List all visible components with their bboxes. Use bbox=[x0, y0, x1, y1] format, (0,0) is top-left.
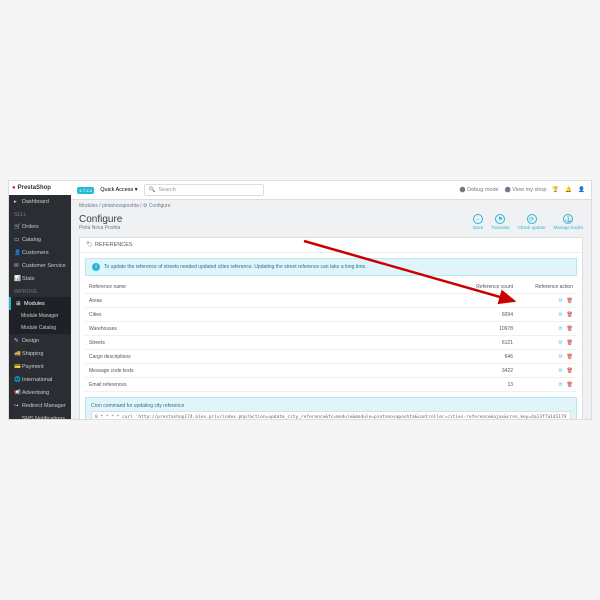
logo: ●PrestaShop bbox=[9, 181, 71, 195]
sidebar: ●PrestaShop ▸Dashboard SELL 🛒Orders ▭Cat… bbox=[9, 181, 71, 419]
ref-name: Areas bbox=[85, 294, 457, 308]
ref-name: Streets bbox=[85, 336, 457, 350]
nav-international[interactable]: 🌐International bbox=[9, 373, 71, 386]
delete-button[interactable]: 🗑 bbox=[567, 312, 573, 318]
info-icon: i bbox=[92, 263, 100, 271]
nav-orders[interactable]: 🛒Orders bbox=[9, 220, 71, 233]
breadcrumb: Modules / pintanovaposhta / ⚙ Configure bbox=[71, 200, 591, 212]
delete-button[interactable]: 🗑 bbox=[567, 354, 573, 360]
page-title: Configure bbox=[79, 214, 122, 225]
table-row: Email references13 ⟳ 🗑 bbox=[85, 378, 577, 392]
ref-count: 13 bbox=[457, 378, 517, 392]
col-count: Reference count bbox=[457, 281, 517, 294]
nav-redirect[interactable]: ↪Redirect Manager bbox=[9, 399, 71, 412]
nav-section-improve: IMPROVE bbox=[9, 285, 71, 297]
nav-modules[interactable]: ⊞Modules bbox=[9, 297, 71, 310]
ref-name: Cargo descriptions bbox=[85, 350, 457, 364]
nav-section-sell: SELL bbox=[9, 208, 71, 220]
col-name: Reference name bbox=[85, 281, 457, 294]
nav-module-catalog[interactable]: Module Catalog bbox=[9, 322, 71, 334]
nav-sms[interactable]: ✉SMS Notifications Sender bbox=[9, 412, 71, 420]
delete-button[interactable]: 🗑 bbox=[567, 368, 573, 374]
nav-payment[interactable]: 💳Payment bbox=[9, 360, 71, 373]
delete-button[interactable]: 🗑 bbox=[567, 340, 573, 346]
nav-customers[interactable]: 👤Customers bbox=[9, 246, 71, 259]
table-row: Cargo descriptions646 ⟳ 🗑 bbox=[85, 350, 577, 364]
search-icon: 🔍 bbox=[149, 187, 156, 193]
nav-stats[interactable]: 📊Stats bbox=[9, 272, 71, 285]
nav-dashboard[interactable]: ▸Dashboard bbox=[9, 195, 71, 208]
refresh-button[interactable]: ⟳ bbox=[558, 340, 562, 346]
refresh-button[interactable]: ⟳ bbox=[558, 354, 562, 360]
debug-mode-toggle[interactable]: ⬤ Debug mode bbox=[459, 187, 498, 193]
info-alert: i To update the reference of streets nee… bbox=[85, 258, 577, 276]
delete-button[interactable]: 🗑 bbox=[567, 382, 573, 388]
refresh-button[interactable]: ⟳ bbox=[558, 298, 562, 304]
manage-hooks-button[interactable]: ⚓Manage hooks bbox=[553, 214, 583, 230]
ref-name: Email references bbox=[85, 378, 457, 392]
page-subtitle: Pinta Nova Poshta bbox=[79, 225, 122, 231]
ref-count: 25 bbox=[457, 294, 517, 308]
table-row: Streets6121 ⟳ 🗑 bbox=[85, 336, 577, 350]
col-action: Reference action bbox=[517, 281, 577, 294]
ref-name: Message code texts bbox=[85, 364, 457, 378]
nav-service[interactable]: ✉Customer Service bbox=[9, 259, 71, 272]
notification-icon[interactable]: 🔔 bbox=[565, 187, 572, 193]
trophy-icon[interactable]: 🏆 bbox=[552, 187, 559, 193]
back-button[interactable]: ←Back bbox=[473, 214, 483, 230]
topbar: 1.7.x.x Quick Access ▾ 🔍Search ⬤ Debug m… bbox=[71, 181, 591, 200]
version-badge: 1.7.x.x bbox=[77, 187, 94, 194]
panel-header: 🏷REFERENCES bbox=[80, 238, 582, 253]
check-update-button[interactable]: ⟳Check update bbox=[518, 214, 546, 230]
refresh-button[interactable]: ⟳ bbox=[558, 312, 562, 318]
nav-module-manager[interactable]: Module Manager bbox=[9, 310, 71, 322]
ref-count: 646 bbox=[457, 350, 517, 364]
avatar[interactable]: 👤 bbox=[578, 187, 585, 193]
translate-button[interactable]: ⚑Translate bbox=[491, 214, 510, 230]
ref-name: Warehouses bbox=[85, 322, 457, 336]
nav-design[interactable]: ✎Design bbox=[9, 334, 71, 347]
quick-access-dropdown[interactable]: Quick Access ▾ bbox=[100, 187, 137, 193]
delete-button[interactable]: 🗑 bbox=[567, 298, 573, 304]
cron-city-command[interactable]: 0 * * * * curl 'http://prestashop174.ale… bbox=[91, 411, 571, 420]
nav-catalog[interactable]: ▭Catalog bbox=[9, 233, 71, 246]
references-table: Reference name Reference count Reference… bbox=[85, 281, 577, 392]
ref-count: 10978 bbox=[457, 322, 517, 336]
view-shop-link[interactable]: ⬤ View my shop bbox=[505, 187, 547, 193]
table-row: Areas25 ⟳ 🗑 bbox=[85, 294, 577, 308]
table-row: Cities6094 ⟳ 🗑 bbox=[85, 308, 577, 322]
table-row: Warehouses10978 ⟳ 🗑 bbox=[85, 322, 577, 336]
references-panel: 🏷REFERENCES i To update the reference of… bbox=[79, 237, 583, 420]
main-content: 1.7.x.x Quick Access ▾ 🔍Search ⬤ Debug m… bbox=[71, 181, 591, 419]
refresh-button[interactable]: ⟳ bbox=[558, 382, 562, 388]
nav-shipping[interactable]: 🚚Shipping bbox=[9, 347, 71, 360]
ref-count: 3422 bbox=[457, 364, 517, 378]
ref-count: 6094 bbox=[457, 308, 517, 322]
tag-icon: 🏷 bbox=[86, 242, 93, 248]
ref-name: Cities bbox=[85, 308, 457, 322]
refresh-button[interactable]: ⟳ bbox=[558, 368, 562, 374]
cron-city-label: Cron command for updating city reference bbox=[91, 403, 571, 409]
cron-info: Cron command for updating city reference… bbox=[85, 397, 577, 420]
search-input[interactable]: 🔍Search bbox=[144, 184, 264, 196]
ref-count: 6121 bbox=[457, 336, 517, 350]
delete-button[interactable]: 🗑 bbox=[567, 326, 573, 332]
refresh-button[interactable]: ⟳ bbox=[558, 326, 562, 332]
table-row: Message code texts3422 ⟳ 🗑 bbox=[85, 364, 577, 378]
nav-advertising[interactable]: 📢Advertising bbox=[9, 386, 71, 399]
